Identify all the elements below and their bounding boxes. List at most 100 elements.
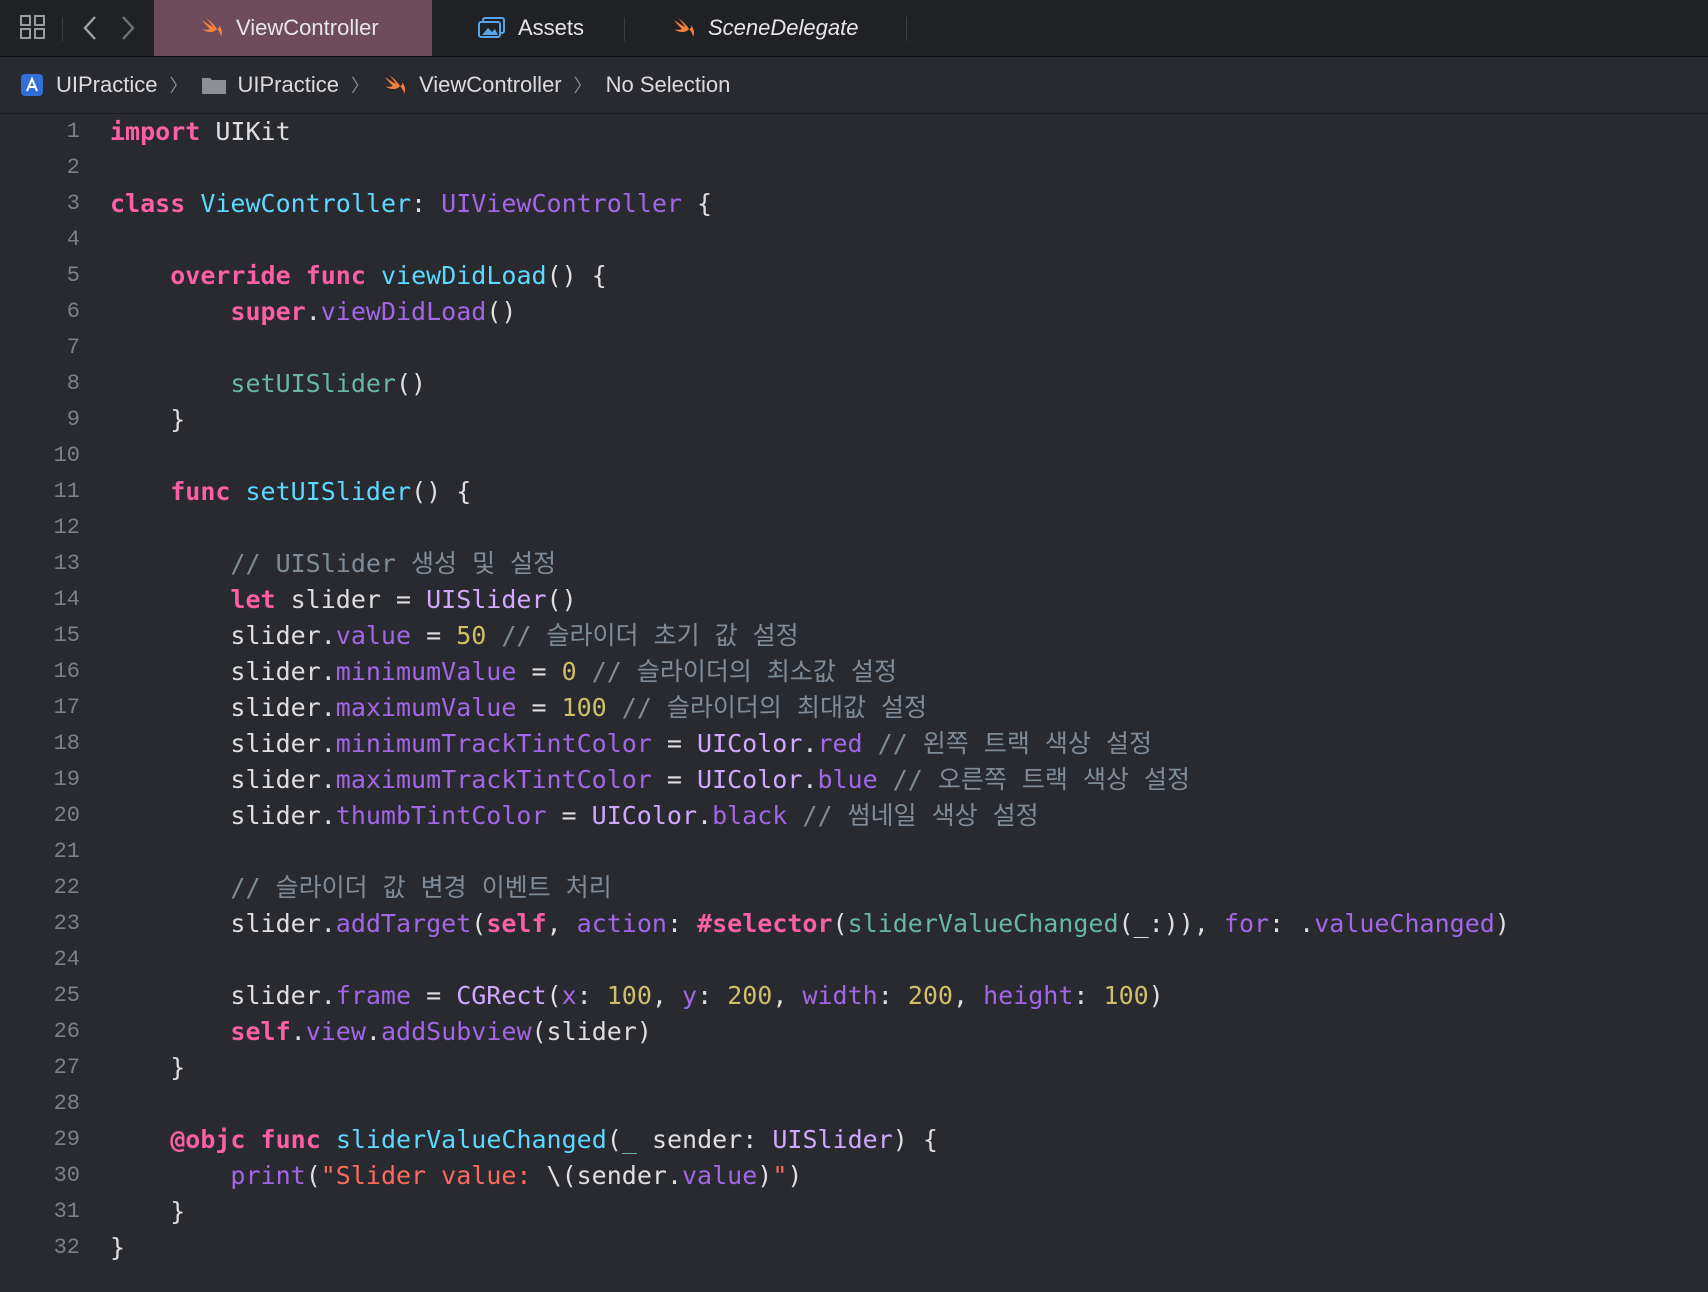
code-token: . (365, 1017, 381, 1046)
code-line[interactable]: 29 @objc func sliderValueChanged(_ sende… (0, 1122, 1708, 1158)
code-line[interactable]: 27 } (0, 1050, 1708, 1086)
breadcrumb-project[interactable]: UIPractice (20, 72, 157, 98)
code-line[interactable]: 26 self.view.addSubview(slider) (0, 1014, 1708, 1050)
tab-assets[interactable]: Assets (432, 0, 624, 56)
code-token: y (682, 981, 698, 1010)
code-line[interactable]: 18 slider.minimumTrackTintColor = UIColo… (0, 726, 1708, 762)
code-line[interactable]: 25 slider.frame = CGRect(x: 100, y: 200,… (0, 978, 1708, 1014)
code-line[interactable]: 31 } (0, 1194, 1708, 1230)
line-number: 20 (53, 803, 80, 828)
code-token: : . (1269, 909, 1315, 938)
code-token: // 슬라이더 초기 값 설정 (501, 621, 799, 650)
code-token: . (802, 765, 818, 794)
code-token: UISlider (426, 585, 547, 614)
code-line[interactable]: 9 } (0, 402, 1708, 438)
code-line[interactable]: 11 func setUISlider() { (0, 474, 1708, 510)
code-token: super (230, 297, 306, 326)
back-icon[interactable] (80, 14, 100, 47)
code-token: view (305, 1017, 366, 1046)
divider (62, 17, 63, 41)
code-line[interactable]: 3 class ViewController: UIViewController … (0, 186, 1708, 222)
asset-catalog-icon (478, 17, 506, 39)
code-text: @objc func sliderValueChanged(_ sender: … (110, 1122, 938, 1158)
breadcrumb-file[interactable]: ViewController (383, 72, 562, 98)
code-line[interactable]: 8 setUISlider() (0, 366, 1708, 402)
code-token: ( (606, 1125, 622, 1154)
code-token: sender: (636, 1125, 773, 1154)
code-token: \(sender. (546, 1161, 682, 1190)
code-token: value (335, 621, 412, 650)
tab-scenedelegate[interactable]: SceneDelegate (626, 0, 906, 56)
code-token: ) { (892, 1125, 938, 1154)
line-number: 10 (53, 443, 80, 468)
code-line[interactable]: 13 // UISlider 생성 및 설정 (0, 546, 1708, 582)
code-token: height (983, 981, 1074, 1010)
code-line[interactable]: 10 (0, 438, 1708, 474)
swift-icon (200, 17, 224, 39)
code-line[interactable]: 12 (0, 510, 1708, 546)
forward-icon[interactable] (118, 14, 138, 47)
tab-viewcontroller[interactable]: ViewController (154, 0, 432, 56)
code-token: 0 (561, 657, 577, 686)
code-token: class (110, 189, 186, 218)
code-token: self (230, 1017, 291, 1046)
breadcrumb-folder[interactable]: UIPractice (201, 72, 339, 98)
code-token: red (817, 729, 863, 758)
code-token: // 슬라이더 값 변경 이벤트 처리 (230, 873, 612, 902)
code-token: blue (817, 765, 878, 794)
code-token: () (546, 585, 577, 614)
code-line[interactable]: 15 slider.value = 50 // 슬라이더 초기 값 설정 (0, 618, 1708, 654)
code-line[interactable]: 21 (0, 834, 1708, 870)
code-token: func (260, 1125, 321, 1154)
code-line[interactable]: 2 (0, 150, 1708, 186)
line-number: 7 (66, 335, 80, 360)
code-line[interactable]: 17 slider.maximumValue = 100 // 슬라이더의 최대… (0, 690, 1708, 726)
chevron-right-icon: 〉 (573, 76, 592, 96)
code-token: // UISlider 생성 및 설정 (230, 549, 557, 578)
code-line[interactable]: 7 (0, 330, 1708, 366)
code-token: setUISlider (245, 477, 412, 506)
code-token: // 슬라이더의 최대값 설정 (621, 693, 928, 722)
code-line[interactable]: 28 (0, 1086, 1708, 1122)
line-number: 2 (66, 155, 80, 180)
code-text: } (110, 402, 185, 438)
code-line[interactable]: 19 slider.maximumTrackTintColor = UIColo… (0, 762, 1708, 798)
breadcrumb-selection[interactable]: No Selection (606, 72, 731, 98)
code-line[interactable]: 6 super.viewDidLoad() (0, 294, 1708, 330)
code-token: . (290, 1017, 306, 1046)
code-token: black (712, 801, 788, 830)
code-token: @objc (170, 1125, 246, 1154)
code-line[interactable]: 24 (0, 942, 1708, 978)
line-number: 17 (53, 695, 80, 720)
code-token: " (772, 1161, 788, 1190)
code-line[interactable]: 23 slider.addTarget(self, action: #selec… (0, 906, 1708, 942)
code-token: slider = (275, 585, 427, 614)
code-token: UISlider (772, 1125, 893, 1154)
code-line[interactable]: 1 import UIKit (0, 114, 1708, 150)
line-number: 15 (53, 623, 80, 648)
code-token: , (651, 981, 683, 1010)
code-token: . (697, 801, 713, 830)
line-number: 8 (66, 371, 80, 396)
code-token: slider. (110, 981, 336, 1010)
source-editor[interactable]: 1 import UIKit 2 3 class ViewController: UIV… (0, 114, 1708, 1292)
code-line[interactable]: 14 let slider = UISlider() (0, 582, 1708, 618)
code-line[interactable]: 5 override func viewDidLoad() { (0, 258, 1708, 294)
related-items-icon[interactable] (18, 12, 48, 47)
code-token: value (682, 1161, 758, 1190)
code-token: , (546, 909, 577, 938)
xcode-project-icon (20, 73, 44, 97)
line-number: 26 (53, 1019, 80, 1044)
code-line[interactable]: 30 print("Slider value: \(sender.value)"… (0, 1158, 1708, 1194)
line-number: 21 (53, 839, 80, 864)
code-token: minimumValue (335, 657, 517, 686)
code-line[interactable]: 32} (0, 1230, 1708, 1266)
code-line[interactable]: 20 slider.thumbTintColor = UIColor.black… (0, 798, 1708, 834)
code-line[interactable]: 4 (0, 222, 1708, 258)
code-line[interactable]: 22 // 슬라이더 값 변경 이벤트 처리 (0, 870, 1708, 906)
code-line[interactable]: 16 slider.minimumValue = 0 // 슬라이더의 최소값 … (0, 654, 1708, 690)
code-token: sliderValueChanged (847, 909, 1119, 938)
